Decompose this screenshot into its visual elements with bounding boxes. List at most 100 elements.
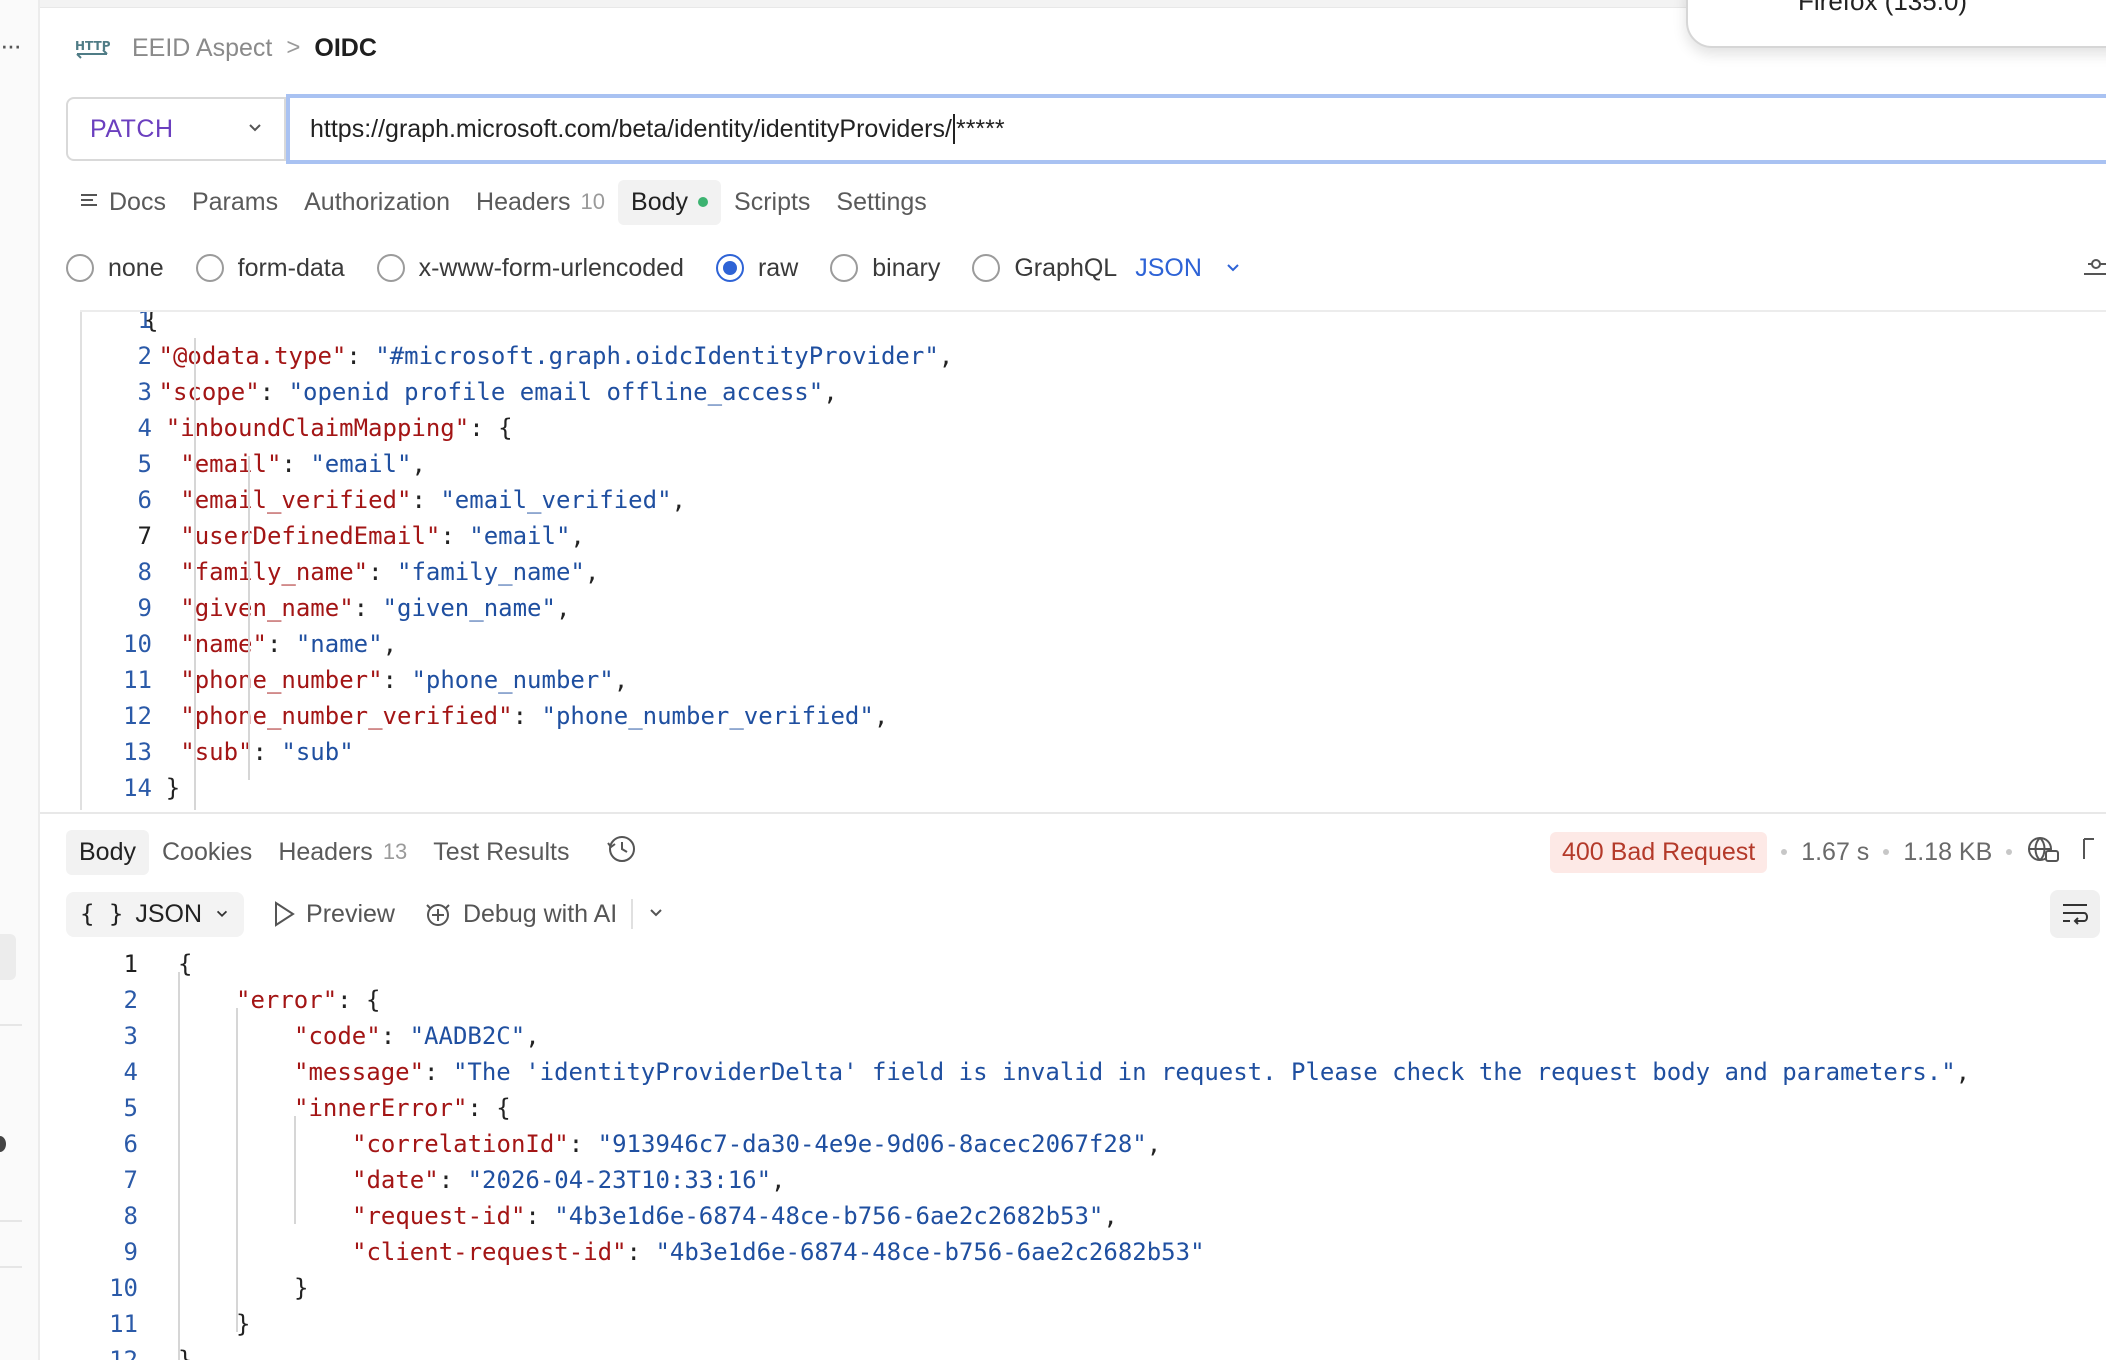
indent-guide	[194, 338, 196, 810]
code-text: }	[178, 1346, 193, 1360]
raw-format-select[interactable]: JSON	[1135, 254, 1242, 283]
docs-icon	[79, 188, 99, 217]
tab-cookies[interactable]: Cookies	[149, 830, 265, 875]
line-number: 11	[123, 666, 152, 694]
beautify-icon[interactable]	[2084, 256, 2106, 280]
sidebar-drag-handle[interactable]	[0, 1136, 6, 1152]
debug-options-chevron-icon[interactable]	[647, 900, 665, 929]
radio-none[interactable]: none	[66, 254, 164, 283]
code-text: "inboundClaimMapping": {	[165, 414, 513, 442]
preview-button[interactable]: Preview	[272, 900, 395, 929]
breadcrumb: HTTP EEID Aspect > OIDC	[74, 28, 377, 68]
network-globe-icon[interactable]	[2026, 833, 2060, 872]
braces-icon: { }	[80, 900, 124, 928]
wrap-lines-button[interactable]	[2050, 890, 2100, 938]
history-icon[interactable]	[606, 833, 638, 872]
radio-button[interactable]	[66, 254, 94, 282]
line-number: 11	[109, 1310, 138, 1338]
line-number: 4	[137, 414, 152, 442]
line-number: 12	[123, 702, 152, 730]
code-line: 9 "client-request-id": "4b3e1d6e-6874-48c…	[66, 1234, 1205, 1270]
status-badge[interactable]: 400 Bad Request	[1550, 831, 1768, 873]
radio-button[interactable]	[195, 254, 224, 282]
tab-test-results[interactable]: Test Results	[420, 830, 582, 875]
response-toolbar: { } JSON Preview Debug with AI	[66, 890, 665, 938]
code-line: 8 "request-id": "4b3e1d6e-6874-48ce-b756-…	[66, 1198, 1118, 1234]
radio-raw[interactable]: raw	[715, 253, 799, 283]
method-label: PATCH	[90, 114, 174, 143]
debug-with-ai-button[interactable]: Debug with AI	[423, 899, 617, 929]
code-text: "correlationId": "913946c7-da30-4e9e-9d0…	[352, 1130, 1162, 1158]
radio-button[interactable]	[972, 254, 1001, 282]
code-text: "request-id": "4b3e1d6e-6874-48ce-b756-6…	[352, 1202, 1118, 1230]
radio-x-www-form-urlencoded[interactable]: x-www-form-urlencoded	[376, 254, 684, 283]
line-number: 6	[123, 1130, 138, 1158]
indent-guide	[236, 1008, 238, 1332]
tab-body[interactable]: Body	[618, 179, 722, 225]
tab-settings[interactable]: Settings	[823, 180, 939, 225]
response-time[interactable]: 1.67 s	[1801, 838, 1869, 867]
radio-label: raw	[757, 253, 799, 282]
response-body-viewer[interactable]: 1{2 "error": {3 "code": "AADB2C", 4 "message…	[66, 946, 2106, 1360]
tab-docs[interactable]: Docs	[66, 180, 179, 225]
code-line: 11}	[66, 1306, 250, 1342]
wrap-lines-icon	[2063, 904, 2088, 925]
indent-guide	[248, 456, 250, 780]
tab-response-headers[interactable]: Headers 13	[265, 830, 420, 875]
code-text: "@odata.type": "#microsoft.graph.oidcIde…	[158, 342, 954, 370]
more-icon[interactable]: ···	[0, 30, 22, 61]
radio-binary[interactable]: binary	[830, 254, 940, 283]
code-line: 9 "given_name": "given_name",	[80, 590, 571, 626]
pane-divider[interactable]	[40, 812, 2106, 814]
code-text: "innerError": {	[294, 1094, 511, 1122]
code-line: 4 "message": "The 'identityProviderDelta'…	[66, 1054, 1971, 1090]
sidebar-divider	[0, 1266, 22, 1268]
save-response-icon[interactable]	[2074, 833, 2096, 872]
radio-button[interactable]	[376, 254, 405, 282]
tab-label: Body	[79, 837, 136, 866]
code-text: "date": "2026-04-23T10:33:16",	[352, 1166, 786, 1194]
radio-button-checked[interactable]	[715, 254, 744, 282]
radio-form-data[interactable]: form-data	[195, 253, 345, 283]
tab-headers[interactable]: Headers 10	[463, 180, 618, 225]
code-line: 14}	[80, 770, 180, 806]
chevron-down-icon	[216, 910, 228, 918]
format-label: JSON	[135, 899, 203, 928]
tab-authorization[interactable]: Authorization	[291, 180, 463, 225]
method-select[interactable]: PATCH	[66, 97, 286, 161]
line-number: 9	[123, 1238, 138, 1266]
response-format-select[interactable]: { } JSON	[66, 891, 245, 937]
tab-label: Cookies	[161, 837, 253, 866]
response-size[interactable]: 1.18 KB	[1903, 838, 1992, 867]
code-line: 8 "family_name": "family_name",	[80, 554, 600, 590]
radio-button[interactable]	[830, 254, 859, 282]
ai-debug-icon	[426, 904, 450, 926]
code-text: }	[294, 1274, 309, 1302]
code-text: "code": "AADB2C",	[294, 1022, 540, 1050]
code-line: 10 "name": "name",	[80, 626, 397, 662]
tab-response-body[interactable]: Body	[66, 829, 149, 875]
url-masked-id: *****	[955, 114, 1005, 143]
page-title[interactable]: OIDC	[314, 34, 377, 63]
radio-graphql[interactable]: GraphQL	[972, 254, 1117, 283]
breadcrumb-parent[interactable]: EEID Aspect	[132, 34, 272, 63]
url-input[interactable]: https://graph.microsoft.com/beta/identit…	[286, 94, 2106, 164]
tab-scripts[interactable]: Scripts	[721, 180, 823, 225]
code-line: 1{	[66, 946, 193, 982]
separator-dot	[1883, 849, 1890, 855]
code-text: "sub": "sub"	[180, 738, 354, 766]
raw-format-label: JSON	[1135, 253, 1202, 282]
request-tabs: Docs Params Authorization Headers 10 Body…	[66, 176, 940, 228]
tab-label: Headers	[278, 837, 373, 866]
code-line: 7 "date": "2026-04-23T10:33:16",	[66, 1162, 786, 1198]
code-line: 4 "inboundClaimMapping": {	[80, 410, 513, 446]
code-line: 2 "error": {	[66, 982, 381, 1018]
request-body-editor[interactable]: 1{2 "@odata.type": "#microsoft.graph.oidc…	[80, 310, 2106, 810]
tab-label: Test Results	[433, 837, 570, 866]
browser-popup-card[interactable]: Firefox (135.0)	[1686, 0, 2106, 48]
radio-label: form-data	[237, 253, 345, 282]
tab-label: Params	[191, 187, 279, 216]
line-number: 2	[123, 986, 138, 1014]
tab-params[interactable]: Params	[179, 180, 291, 225]
code-line: 2 "@odata.type": "#microsoft.graph.oidcId…	[80, 338, 954, 374]
